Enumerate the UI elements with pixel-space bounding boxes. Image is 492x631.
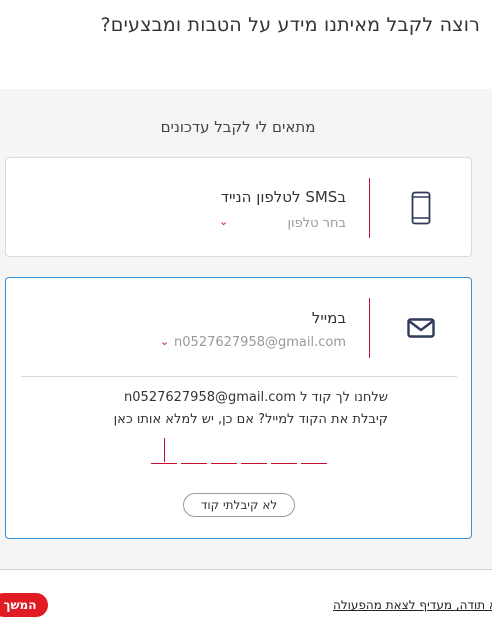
divider [21, 376, 457, 377]
email-option-label: במייל [311, 309, 346, 327]
code-digit-field[interactable] [241, 463, 267, 464]
page-title: רוצה לקבל מאיתנו מידע על הטבות ומבצעים? [100, 14, 480, 36]
code-sent-text: שלחנו לך קוד ל n0527627958@gmail.com [124, 390, 388, 405]
no-code-received-button[interactable]: לא קיבלתי קוד [183, 493, 295, 517]
verification-code-input[interactable] [151, 463, 327, 464]
text-cursor [164, 438, 165, 462]
skip-link[interactable]: לא תודה, מעדיף לצאת מהפעולה [333, 598, 492, 612]
email-icon-box [369, 298, 471, 358]
chevron-down-icon[interactable]: ⌄ [160, 335, 169, 348]
code-hint-text: קיבלת את הקוד למייל? אם כן, יש למלא אותו… [113, 412, 388, 427]
mobile-phone-icon [411, 191, 430, 225]
chevron-down-icon[interactable]: ⌄ [219, 215, 228, 228]
footer-divider [0, 569, 492, 570]
sms-option-label: בSMS לטלפון הנייד [220, 188, 346, 206]
sms-option-card[interactable]: בSMS לטלפון הנייד בחר טלפון ⌄ [5, 157, 472, 257]
envelope-icon [406, 318, 435, 338]
code-digit-field[interactable] [211, 463, 237, 464]
email-option-card[interactable]: במייל n0527627958@gmail.com ⌄ שלחנו לך ק… [5, 277, 472, 539]
email-select[interactable]: n0527627958@gmail.com [174, 335, 346, 350]
code-digit-field[interactable] [181, 463, 207, 464]
code-digit-field[interactable] [271, 463, 297, 464]
phone-select[interactable]: בחר טלפון [288, 216, 347, 231]
code-digit-field[interactable] [301, 463, 327, 464]
sms-icon-box [369, 178, 471, 238]
code-digit-field[interactable] [151, 463, 177, 464]
section-title: מתאים לי לקבל עדכונים [160, 118, 316, 136]
continue-button[interactable]: המשך [0, 593, 48, 617]
